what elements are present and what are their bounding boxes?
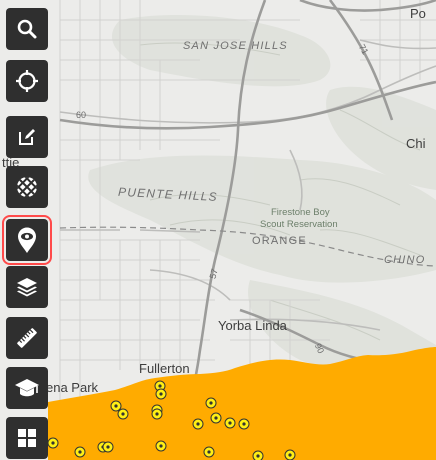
point-marker-center xyxy=(155,412,159,416)
label-yorba-linda: Yorba Linda xyxy=(218,318,288,333)
layers-icon xyxy=(17,278,37,297)
point-marker-center xyxy=(214,416,218,420)
label-po: Po xyxy=(410,6,426,21)
point-marker-center xyxy=(242,422,246,426)
point-marker-center xyxy=(209,401,213,405)
shield-60: 60 xyxy=(76,110,86,120)
point-marker-center xyxy=(159,392,163,396)
layers-button[interactable] xyxy=(6,266,48,308)
basemap: SAN JOSE HILLS PUENTE HILLS ORANGE CHINO… xyxy=(2,0,436,460)
label-chino: CHINO xyxy=(384,254,425,266)
map-view[interactable]: SAN JOSE HILLS PUENTE HILLS ORANGE CHINO… xyxy=(0,0,436,460)
locate-button[interactable] xyxy=(6,60,48,102)
map-toolbar xyxy=(2,0,52,460)
point-marker-center xyxy=(114,404,118,408)
label-san-jose-hills: SAN JOSE HILLS xyxy=(183,40,288,52)
ruler-icon xyxy=(17,328,37,348)
basemap-button[interactable] xyxy=(6,166,48,208)
point-marker-center xyxy=(51,441,55,445)
point-marker-center xyxy=(158,384,162,388)
edit-button[interactable] xyxy=(6,116,48,158)
point-marker-center xyxy=(106,445,110,449)
point-marker-center xyxy=(288,453,292,457)
education-button[interactable] xyxy=(6,367,48,409)
edit-icon xyxy=(19,129,35,145)
label-firestone-1: Firestone Boy xyxy=(271,207,330,218)
point-marker-center xyxy=(159,444,163,448)
point-marker-center xyxy=(207,450,211,454)
view-location-button[interactable] xyxy=(2,215,52,265)
shield-57: 57 xyxy=(208,268,220,280)
grid-icon xyxy=(18,429,36,447)
point-marker-center xyxy=(121,412,125,416)
apps-button[interactable] xyxy=(6,417,48,459)
search-button[interactable] xyxy=(6,8,48,50)
label-chi: Chi xyxy=(406,136,426,151)
measure-button[interactable] xyxy=(6,317,48,359)
point-marker-center xyxy=(78,450,82,454)
point-marker-center xyxy=(196,422,200,426)
label-firestone-2: Scout Reservation xyxy=(260,219,338,230)
label-buena-park: ena Park xyxy=(46,380,99,395)
eye-pin-icon xyxy=(18,227,36,253)
graduation-cap-icon xyxy=(15,379,39,397)
search-icon xyxy=(17,19,37,39)
crosshair-icon xyxy=(16,70,38,92)
label-fullerton: Fullerton xyxy=(139,361,190,376)
basemap-grid-icon xyxy=(17,177,37,197)
point-marker-center xyxy=(256,454,260,458)
point-marker-center xyxy=(228,421,232,425)
label-orange: ORANGE xyxy=(252,235,307,247)
